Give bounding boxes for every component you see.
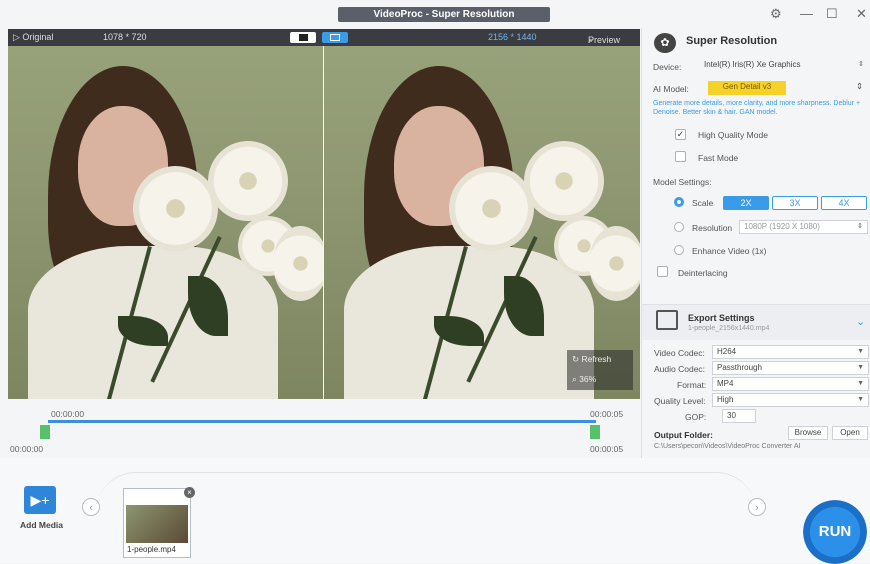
window-title: VideoProc - Super Resolution [338, 7, 550, 22]
settings-icon[interactable]: ⚙ [770, 6, 782, 22]
refresh-button[interactable]: ↻ Refresh [572, 354, 611, 365]
remove-media-icon[interactable]: × [184, 487, 195, 498]
model-settings-label: Model Settings: [653, 177, 712, 187]
scale-2x-button[interactable]: 2X [723, 196, 769, 210]
enhance-video-radio[interactable] [674, 245, 684, 255]
gop-input[interactable]: 30 [722, 409, 756, 423]
resolution-radio[interactable] [674, 222, 684, 232]
super-resolution-icon: ✿ [654, 33, 676, 53]
video-codec-label: Video Codec: [654, 348, 705, 358]
refresh-label: Refresh [581, 354, 612, 364]
timeline-track[interactable] [48, 420, 596, 423]
output-folder-label: Output Folder: [654, 430, 714, 440]
deinterlacing-label: Deinterlacing [678, 268, 728, 278]
audio-codec-label: Audio Codec: [654, 364, 706, 374]
close-icon[interactable]: ✕ [856, 6, 867, 22]
quality-level-value: High [717, 395, 734, 404]
settings-panel: ✿ Super Resolution Device: Intel(R) Iris… [641, 28, 870, 458]
export-file-name: 1-people_2156x1440.mp4 [688, 325, 770, 332]
audio-codec-select[interactable]: Passthrough ▼ [712, 361, 869, 375]
scale-radio[interactable] [674, 197, 684, 207]
device-label: Device: [653, 62, 682, 72]
format-select[interactable]: MP4 ▼ [712, 377, 869, 391]
media-file-name: 1-people.mp4 [127, 545, 176, 554]
scroll-right-button[interactable]: › [748, 498, 766, 516]
original-size: 1078 * 720 [103, 32, 147, 42]
format-arrow-icon: ▼ [857, 380, 864, 387]
scale-3x-button[interactable]: 3X [772, 196, 818, 210]
enhance-video-label: Enhance Video (1x) [692, 246, 767, 256]
resolution-select[interactable]: 1080P (1920 X 1080) ⇕ [739, 220, 868, 234]
ai-model-description: Generate more details, more clarity, and… [653, 100, 861, 116]
trim-start-time: 00:00:00 [51, 409, 85, 419]
trim-end-time: 00:00:05 [590, 409, 624, 419]
open-button[interactable]: Open [832, 426, 868, 440]
side-view-toggle[interactable] [322, 32, 348, 43]
output-folder-path: C:\Users\pecon\Videos\VideoProc Converte… [654, 443, 801, 450]
fast-mode-checkbox[interactable] [675, 151, 686, 162]
media-strip [96, 472, 756, 562]
export-title: Export Settings [688, 313, 755, 323]
high-quality-label: High Quality Mode [698, 130, 768, 140]
collapse-chevron-icon[interactable]: ⌄ [856, 315, 865, 328]
original-label: ▷ Original [13, 32, 54, 42]
trim-end-handle[interactable] [590, 425, 600, 439]
browse-button[interactable]: Browse [788, 426, 828, 440]
resolution-label: Resolution [692, 223, 733, 233]
split-view-toggle[interactable] [290, 32, 316, 43]
output-preview [324, 46, 640, 399]
deinterlacing-checkbox[interactable] [657, 266, 668, 277]
run-button[interactable]: RUN [803, 500, 867, 564]
chevron-updown-icon: ⇕ [858, 61, 864, 68]
fast-mode-label: Fast Mode [698, 153, 739, 163]
original-photo [8, 46, 323, 399]
quality-level-select[interactable]: High ▼ [712, 393, 869, 407]
quality-level-label: Quality Level: [654, 396, 706, 406]
zoom-level: 36% [579, 374, 597, 384]
add-media-button[interactable]: ▶+ Add Media [20, 486, 64, 530]
add-media-label: Add Media [20, 520, 63, 530]
timeline[interactable]: 00:00:00 00:00:00 00:00:05 00:00:05 [8, 399, 640, 456]
panel-title: Super Resolution [686, 35, 778, 47]
video-codec-select[interactable]: H264 ▼ [712, 345, 869, 359]
audio-codec-arrow-icon: ▼ [857, 364, 864, 371]
maximize-icon[interactable]: ☐ [826, 6, 838, 22]
scale-label: Scale [692, 198, 714, 208]
media-thumbnail[interactable]: 1-people.mp4 [123, 488, 191, 558]
thumbnail-image [126, 505, 188, 543]
ai-model-select[interactable]: Gen Detail v3 [708, 81, 786, 95]
format-label: Format: [677, 380, 707, 390]
preview-overlay-controls: ↻ Refresh ⌕ 36% [567, 350, 633, 390]
gop-label: GOP: [685, 412, 707, 422]
trim-start-handle[interactable] [40, 425, 50, 439]
zoom-control[interactable]: ⌕ 36% [572, 374, 596, 385]
zoom-icon: ⌕ [572, 374, 577, 384]
output-photo [324, 46, 640, 399]
add-media-icon: ▶+ [24, 486, 56, 514]
output-size: 2156 * 1440 [488, 32, 537, 42]
scale-4x-button[interactable]: 4X [821, 196, 867, 210]
audio-codec-value: Passthrough [717, 363, 762, 372]
scroll-left-button[interactable]: ‹ [82, 498, 100, 516]
quality-arrow-icon: ▼ [857, 396, 864, 403]
title-bar: VideoProc - Super Resolution ⚙ — ☐ ✕ [0, 0, 870, 28]
device-select[interactable]: Intel(R) Iris(R) Xe Graphics ⇕ [700, 59, 868, 73]
high-quality-checkbox[interactable]: ✓ [675, 129, 686, 140]
device-value: Intel(R) Iris(R) Xe Graphics [704, 60, 801, 69]
export-icon [656, 310, 678, 330]
resolution-chevron-icon: ⇕ [857, 223, 863, 230]
original-preview [8, 46, 323, 399]
resolution-value: 1080P (1920 X 1080) [744, 222, 820, 231]
minimize-icon[interactable]: — [800, 6, 813, 22]
refresh-icon: ↻ [572, 354, 580, 364]
search-icon: ⌕ [588, 35, 594, 45]
ai-model-label: AI Model: [653, 84, 689, 94]
video-codec-arrow-icon: ▼ [857, 348, 864, 355]
total-time: 00:00:05 [590, 444, 624, 454]
format-value: MP4 [717, 379, 734, 388]
video-codec-value: H264 [717, 347, 737, 356]
current-time: 00:00:00 [10, 444, 44, 454]
ai-model-chevron-icon[interactable]: ⇕ [856, 81, 863, 92]
viewer-toolbar: ▷ Original 1078 * 720 2156 * 1440 Previe… [8, 29, 640, 46]
